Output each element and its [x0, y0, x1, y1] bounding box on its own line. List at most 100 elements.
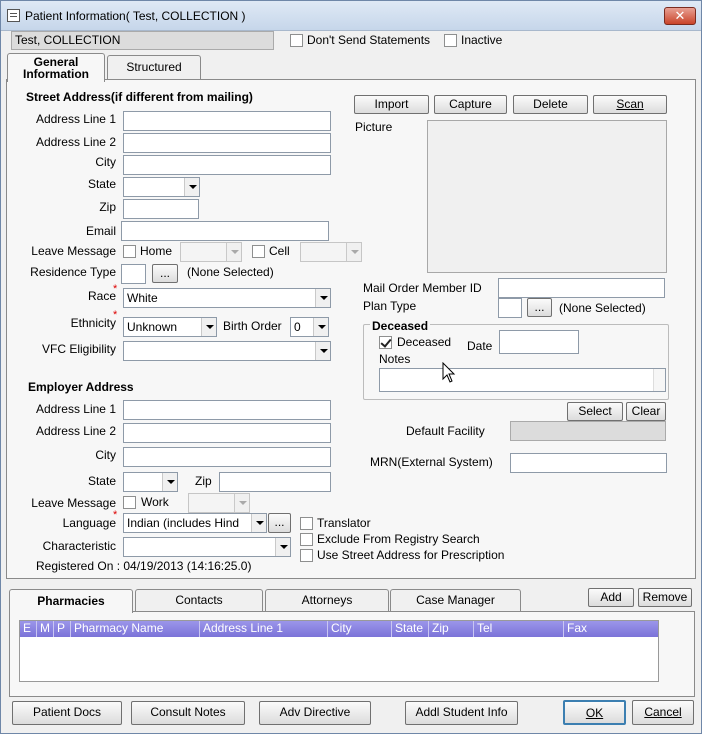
tab-case-manager[interactable]: Case Manager: [390, 589, 521, 613]
leave-message-work-checkbox[interactable]: [123, 496, 136, 509]
capture-button[interactable]: Capture: [434, 95, 507, 114]
picture-label: Picture: [355, 120, 393, 134]
employer-address1-input[interactable]: [123, 400, 331, 420]
col-e[interactable]: E: [20, 621, 37, 637]
ok-button[interactable]: OK: [563, 700, 626, 725]
leave-message-cell-checkbox[interactable]: [252, 245, 265, 258]
cell-message-select[interactable]: [300, 242, 362, 262]
delete-button[interactable]: Delete: [513, 95, 588, 114]
dropdown-arrow-icon: [226, 243, 241, 261]
residence-type-lookup-button[interactable]: ...: [152, 264, 178, 283]
patient-docs-button[interactable]: Patient Docs: [12, 701, 122, 725]
dont-send-statements-checkbox[interactable]: [290, 34, 303, 47]
language-select[interactable]: Indian (includes Hind: [123, 513, 267, 533]
mail-order-member-id-input[interactable]: [498, 278, 665, 298]
registered-on-text: Registered On : 04/19/2013 (14:16:25.0): [36, 559, 252, 573]
leave-message-label: Leave Message: [31, 244, 116, 258]
col-m[interactable]: M: [37, 621, 54, 637]
vfc-eligibility-select[interactable]: [123, 341, 331, 361]
exclude-registry-checkbox[interactable]: [300, 533, 313, 546]
addl-student-info-button[interactable]: Addl Student Info: [405, 701, 518, 725]
use-street-address-checkbox[interactable]: [300, 549, 313, 562]
inactive-checkbox[interactable]: [444, 34, 457, 47]
col-pharmacy-name[interactable]: Pharmacy Name: [71, 621, 200, 637]
ethnicity-select[interactable]: Unknown: [123, 317, 217, 337]
adv-directive-button[interactable]: Adv Directive: [259, 701, 371, 725]
mrn-input[interactable]: [510, 453, 667, 473]
ethnicity-value: Unknown: [127, 320, 178, 334]
import-button[interactable]: Import: [354, 95, 429, 114]
employer-city-input[interactable]: [123, 447, 331, 467]
residence-type-code-input[interactable]: [121, 264, 146, 284]
deceased-checkbox[interactable]: [379, 336, 392, 349]
employer-city-label: City: [95, 448, 116, 462]
employer-address2-label: Address Line 2: [35, 424, 116, 438]
leave-message-work-label: Work: [141, 495, 169, 509]
window-title: Patient Information( Test, COLLECTION ): [25, 9, 246, 23]
notes-scrollbar[interactable]: [653, 369, 665, 391]
exclude-registry-label: Exclude From Registry Search: [317, 532, 480, 546]
deceased-date-input[interactable]: [499, 330, 579, 354]
add-button[interactable]: Add: [588, 588, 634, 607]
work-message-select[interactable]: [188, 493, 250, 513]
col-fax[interactable]: Fax: [564, 621, 658, 637]
tab-attorneys[interactable]: Attorneys: [265, 589, 389, 613]
translator-checkbox[interactable]: [300, 517, 313, 530]
default-facility-label: Default Facility: [406, 424, 485, 438]
employer-state-select[interactable]: [123, 472, 178, 492]
col-tel[interactable]: Tel: [474, 621, 564, 637]
deceased-label: Deceased: [397, 335, 452, 349]
patient-name-field: Test, COLLECTION: [11, 31, 274, 50]
col-p[interactable]: P: [54, 621, 71, 637]
col-address-line1[interactable]: Address Line 1: [200, 621, 328, 637]
tab-pharmacies[interactable]: Pharmacies: [9, 589, 133, 613]
col-zip[interactable]: Zip: [429, 621, 474, 637]
dont-send-statements-label: Don't Send Statements: [307, 33, 431, 47]
deceased-notes-textarea[interactable]: [379, 368, 666, 392]
street-state-select[interactable]: [123, 177, 200, 197]
employer-zip-input[interactable]: [219, 472, 331, 492]
street-city-label: City: [95, 155, 116, 169]
employer-address2-input[interactable]: [123, 423, 331, 443]
remove-button[interactable]: Remove: [638, 588, 692, 607]
street-zip-input[interactable]: [123, 199, 199, 219]
dropdown-arrow-icon: [184, 178, 199, 196]
street-address2-input[interactable]: [123, 133, 331, 153]
home-message-select[interactable]: [180, 242, 242, 262]
street-email-input[interactable]: [121, 221, 329, 241]
col-city[interactable]: City: [328, 621, 392, 637]
facility-select-button[interactable]: Select: [567, 402, 623, 421]
street-address1-label: Address Line 1: [35, 112, 116, 126]
tab-structured[interactable]: Structured: [107, 55, 201, 79]
scan-button[interactable]: Scan: [593, 95, 667, 114]
employer-state-label: State: [87, 474, 116, 488]
dropdown-arrow-icon: [313, 318, 328, 336]
patient-information-window: Patient Information( Test, COLLECTION ) …: [0, 0, 702, 734]
street-city-input[interactable]: [123, 155, 331, 175]
plan-type-code-input[interactable]: [498, 298, 522, 318]
leave-message-home-checkbox[interactable]: [123, 245, 136, 258]
race-select[interactable]: White: [123, 288, 331, 308]
close-button[interactable]: ✕: [664, 7, 696, 25]
street-address2-label: Address Line 2: [35, 135, 116, 149]
residence-type-value: (None Selected): [187, 265, 274, 279]
title-bar: Patient Information( Test, COLLECTION ) …: [1, 1, 701, 31]
employer-zip-label: Zip: [195, 474, 212, 488]
characteristic-select[interactable]: [123, 537, 291, 557]
cancel-button[interactable]: Cancel: [632, 700, 694, 725]
facility-clear-button[interactable]: Clear: [626, 402, 666, 421]
leave-message-home-label: Home: [140, 244, 173, 258]
dropdown-arrow-icon: [315, 342, 330, 360]
tab-contacts[interactable]: Contacts: [135, 589, 263, 613]
consult-notes-button[interactable]: Consult Notes: [131, 701, 245, 725]
tab-general-information[interactable]: General Information: [7, 53, 105, 82]
deceased-date-label: Date: [467, 339, 493, 353]
mrn-label: MRN(External System): [370, 455, 493, 469]
plan-type-lookup-button[interactable]: ...: [527, 298, 552, 317]
language-lookup-button[interactable]: ...: [268, 513, 291, 533]
dropdown-arrow-icon: [234, 494, 249, 512]
close-icon: ✕: [674, 8, 686, 23]
birth-order-select[interactable]: 0: [290, 317, 329, 337]
col-state[interactable]: State: [392, 621, 429, 637]
street-address1-input[interactable]: [123, 111, 331, 131]
